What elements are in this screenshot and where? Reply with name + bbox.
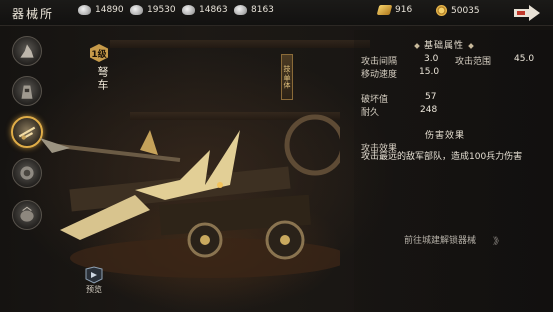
ballista-illustration [40,114,340,278]
iron-ore-icon [130,5,143,15]
diamond-icon [414,42,420,49]
war-drum-icon [20,206,34,222]
attack-range-label: 攻击范围 [455,57,492,67]
battering-ram-icon [20,166,34,180]
durability-label: 耐久 [361,108,380,118]
durability-value: 248 [420,105,438,115]
unit-slot-catapult[interactable] [12,36,42,66]
currency-value: 916 [395,5,413,15]
wood-icon [234,5,247,15]
attack-interval-value: 3.0 [424,54,439,64]
silver-ore-icon [78,5,91,15]
resource-value: 8163 [251,5,274,15]
catapult-icon [20,44,34,58]
resource-value: 14890 [95,5,124,15]
unit-slot-ballista[interactable] [11,116,43,148]
preview-label: 预览 [86,285,102,294]
demolition-value: 57 [425,92,437,102]
unit-slot-war-drum[interactable] [12,200,42,230]
double-chevron-icon[interactable]: 》》 [493,234,503,247]
gold-ingot-icon [376,5,393,15]
currency-value: 50035 [451,5,480,16]
unit-slot-battering-ram[interactable] [12,158,42,188]
siege-tower-icon [21,85,33,99]
attack-range-value: 45.0 [514,54,535,64]
currency-gold-ingot[interactable]: 916 [376,5,413,15]
resource-wood: 8163 [234,5,274,15]
currency-coin[interactable]: 50035 [436,5,480,16]
coin-icon [436,5,447,16]
attack-interval-label: 攻击间隔 [361,57,398,67]
background-beam [110,40,370,48]
resource-iron-ore: 19530 [130,5,176,15]
back-arrow-icon[interactable] [512,4,542,22]
resource-value: 19530 [147,5,176,15]
ballista-icon [18,126,36,140]
stone-icon [182,5,195,15]
unit-slot-siege-tower[interactable] [12,76,42,106]
goto-city-build-link[interactable]: 前往城建解锁器械 [404,233,476,246]
basic-attributes-title: 基础属性 [410,38,478,51]
resource-stone: 14863 [182,5,228,15]
top-bar: 器械所 14890 19530 14863 8163 916 50035 [0,0,553,26]
resource-silver-ore: 14890 [78,5,124,15]
unit-name: 弩车 [96,66,109,92]
preview-icon[interactable] [82,265,106,285]
demolition-label: 破坏值 [361,95,389,105]
diamond-icon [468,42,474,49]
damage-effect-title: 伤害效果 [425,131,466,141]
page-title: 器械所 [12,7,55,21]
move-speed-value: 15.0 [419,67,440,77]
move-speed-label: 移动速度 [361,70,398,80]
attack-effect-description: 攻击最远的敌军部队，造成100兵力伤害 [361,152,523,162]
resource-value: 14863 [199,5,228,15]
